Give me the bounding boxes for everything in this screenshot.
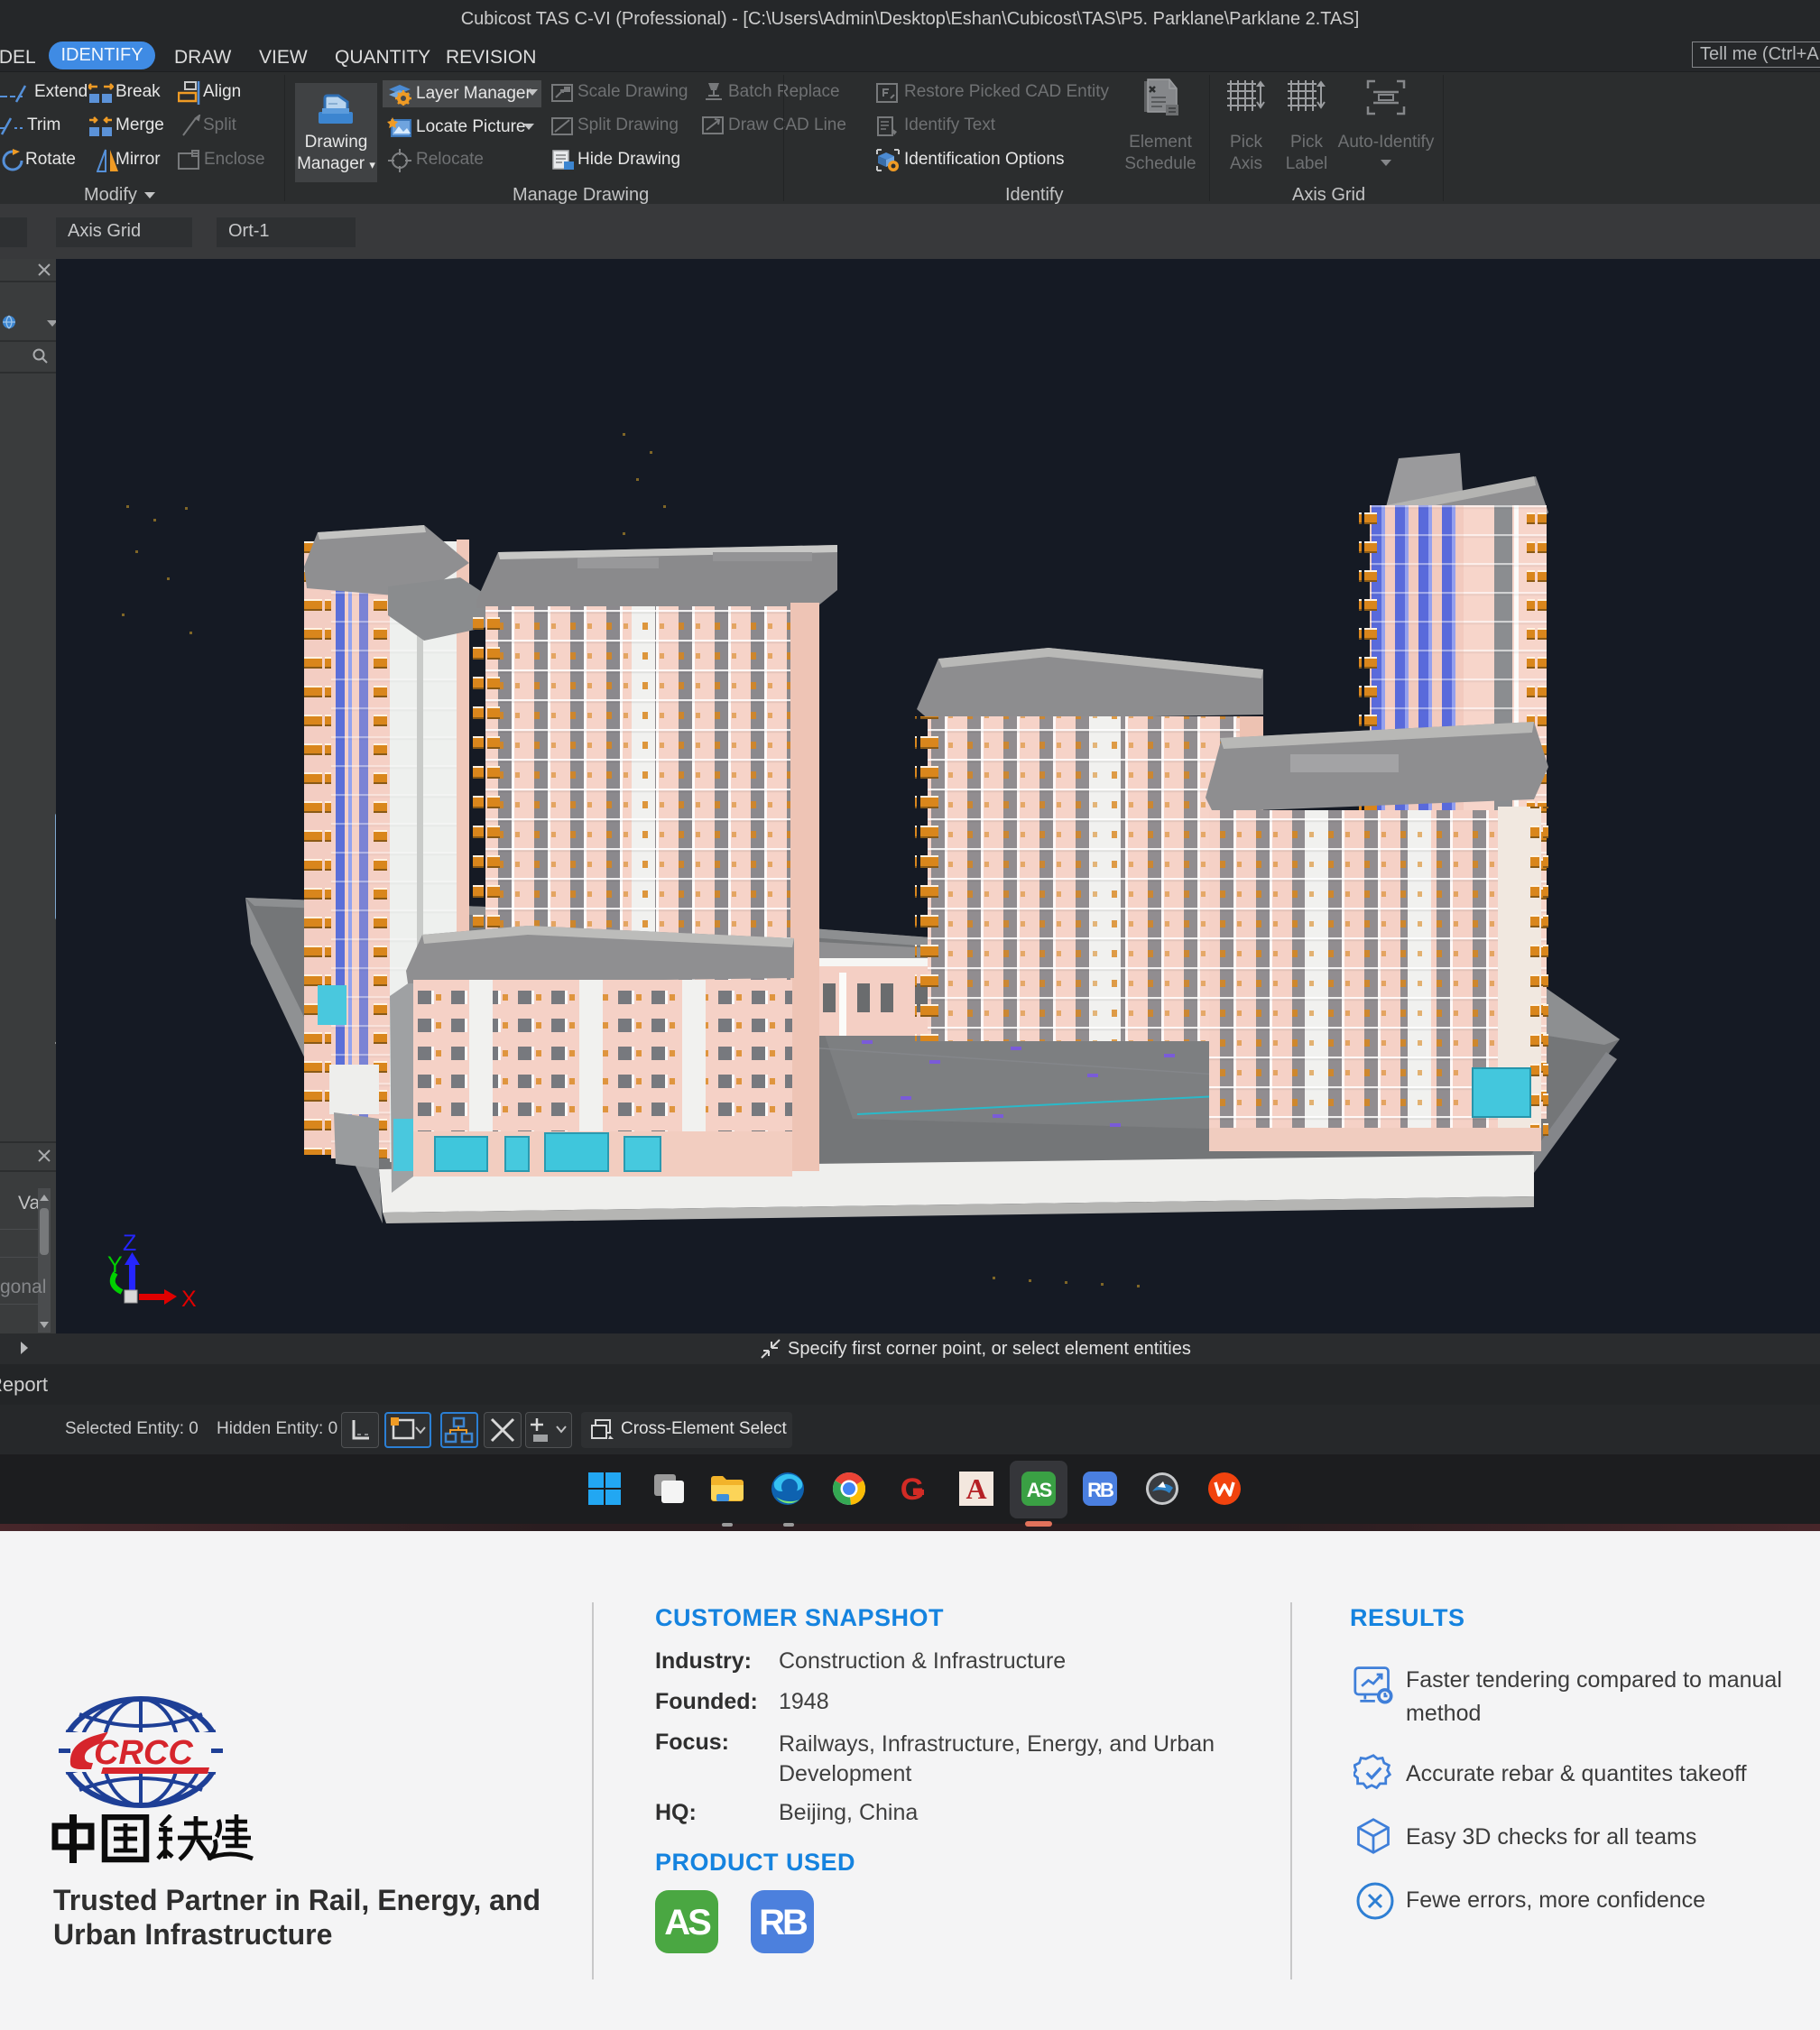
svg-text:Z: Z: [123, 1231, 136, 1256]
svg-text:CRCC: CRCC: [94, 1734, 193, 1772]
svg-text:AS: AS: [1027, 1479, 1052, 1501]
svg-text:AS: AS: [664, 1903, 711, 1942]
svg-text:RB: RB: [759, 1903, 808, 1942]
svg-text:A: A: [965, 1472, 986, 1505]
svg-text:RB: RB: [1087, 1479, 1113, 1501]
svg-text:X: X: [181, 1287, 197, 1312]
svg-text:G: G: [901, 1472, 924, 1506]
